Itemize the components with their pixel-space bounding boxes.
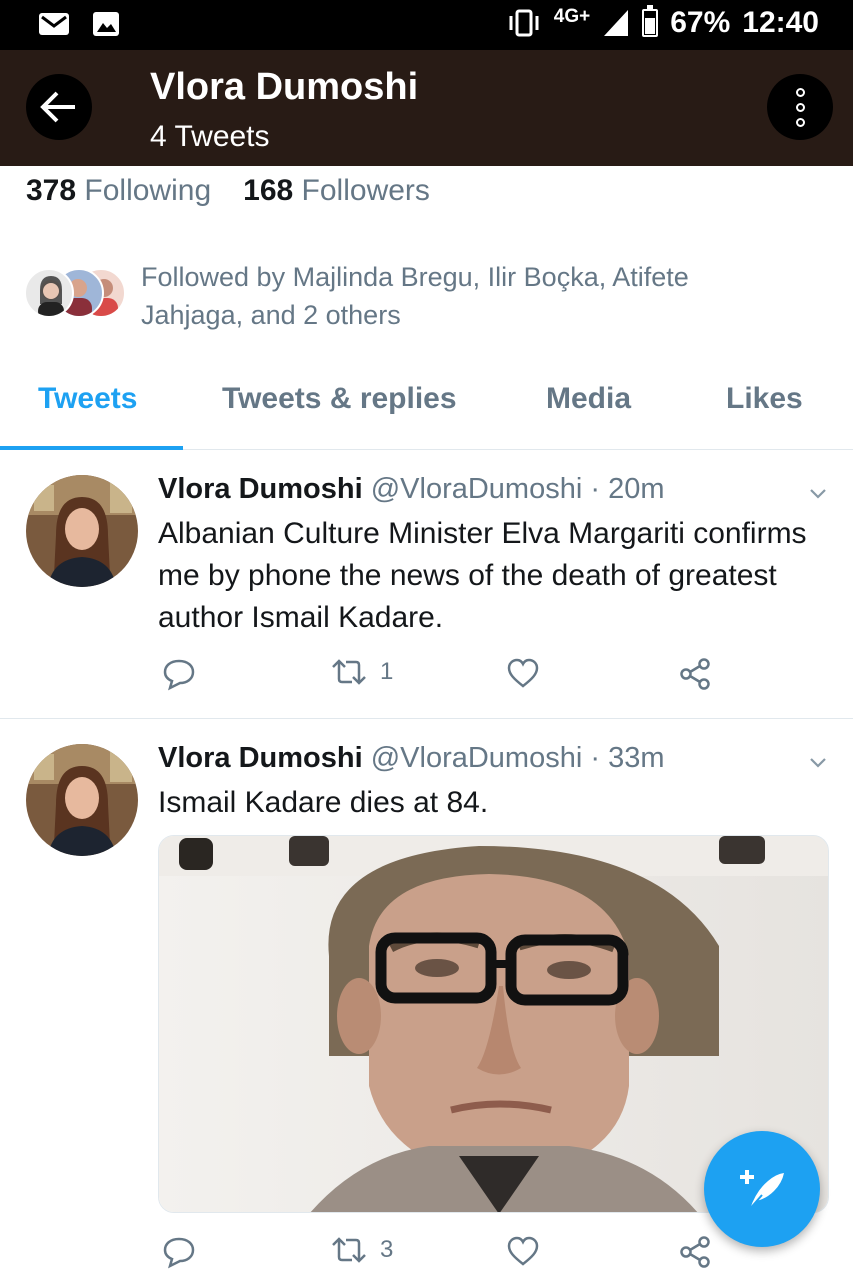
heart-icon <box>507 658 539 688</box>
followers-count: 168 <box>243 174 294 207</box>
reply-icon <box>163 659 195 691</box>
tweet-time: · 20m <box>590 473 665 505</box>
retweet-count: 3 <box>380 1236 394 1263</box>
signal-icon <box>604 10 629 36</box>
tweet-text: Albanian Culture Minister Elva Margariti… <box>158 517 807 634</box>
following-label: Following <box>84 174 212 207</box>
followers-label: Followers <box>301 174 430 207</box>
following-count: 378 <box>26 174 77 207</box>
mutual-avatars <box>24 268 134 324</box>
tweet-header: Vlora Dumoshi @VloraDumoshi · 20m <box>158 473 665 506</box>
mail-icon <box>39 13 69 35</box>
status-bar: 4G+ 67% 12:40 <box>0 0 853 50</box>
retweet-count: 1 <box>380 658 394 685</box>
reply-button[interactable] <box>162 657 196 691</box>
dot-icon <box>795 102 805 112</box>
retweet-button[interactable]: 1 <box>330 657 393 687</box>
profile-tabs: Tweets Tweets & replies Media Likes <box>0 368 853 450</box>
tab-tweets-replies[interactable]: Tweets & replies <box>222 382 457 416</box>
tweet-author-handle[interactable]: @VloraDumoshi <box>371 473 583 505</box>
battery-icon <box>642 5 659 37</box>
tweet-text: Ismail Kadare dies at 84. <box>158 786 489 819</box>
share-button[interactable] <box>678 1235 712 1269</box>
profile-header: Vlora Dumoshi 4 Tweets <box>0 50 853 166</box>
image-icon <box>93 12 119 36</box>
avatar <box>24 268 74 318</box>
tab-tweets[interactable]: Tweets <box>38 382 137 416</box>
tweet-author-name[interactable]: Vlora Dumoshi <box>158 473 363 505</box>
tweet-actions: 3 <box>158 1235 718 1275</box>
back-button[interactable] <box>26 74 92 140</box>
profile-name: Vlora Dumoshi <box>150 66 419 108</box>
tweet-author-name[interactable]: Vlora Dumoshi <box>158 742 363 774</box>
more-options-button[interactable] <box>767 74 833 140</box>
tab-media[interactable]: Media <box>546 382 631 416</box>
network-type: 4G+ <box>553 6 591 27</box>
following-link[interactable]: 378 Following <box>26 174 211 207</box>
followed-by-text: Followed by Majlinda Bregu, Ilir Boçka, … <box>141 262 689 330</box>
followed-by[interactable]: Followed by Majlinda Bregu, Ilir Boçka, … <box>24 258 844 338</box>
like-button[interactable] <box>506 657 540 689</box>
compose-feather-icon <box>740 1170 784 1212</box>
like-button[interactable] <box>506 1235 540 1267</box>
dot-icon <box>795 117 805 127</box>
chevron-down-icon[interactable] <box>809 485 827 503</box>
share-icon <box>680 1236 710 1268</box>
battery-percent: 67% <box>670 6 731 39</box>
clock: 12:40 <box>742 6 819 39</box>
reply-icon <box>163 1237 195 1269</box>
tweet[interactable]: Vlora Dumoshi @VloraDumoshi · 20m Albani… <box>0 451 853 719</box>
tweet-count: 4 Tweets <box>150 120 270 153</box>
tweet-actions: 1 <box>158 657 718 697</box>
tweet-time: · 33m <box>590 742 665 774</box>
share-icon <box>680 658 710 690</box>
heart-icon <box>507 1236 539 1266</box>
tweet-header: Vlora Dumoshi @VloraDumoshi · 33m <box>158 742 665 775</box>
followers-link[interactable]: 168 Followers <box>243 174 430 207</box>
avatar[interactable] <box>26 475 138 587</box>
retweet-button[interactable]: 3 <box>330 1235 393 1265</box>
dot-icon <box>795 87 805 97</box>
reply-button[interactable] <box>162 1235 196 1269</box>
retweet-icon <box>332 659 366 685</box>
arrow-left-icon <box>40 91 75 123</box>
avatar[interactable] <box>26 744 138 856</box>
active-tab-indicator <box>0 446 183 450</box>
compose-tweet-button[interactable] <box>704 1131 820 1247</box>
vibrate-icon <box>509 9 539 37</box>
tab-likes[interactable]: Likes <box>726 382 803 416</box>
follow-stats: 378 Following 168 Followers <box>26 174 430 208</box>
tweet-author-handle[interactable]: @VloraDumoshi <box>371 742 583 774</box>
retweet-icon <box>332 1237 366 1263</box>
chevron-down-icon[interactable] <box>809 754 827 772</box>
share-button[interactable] <box>678 657 712 691</box>
